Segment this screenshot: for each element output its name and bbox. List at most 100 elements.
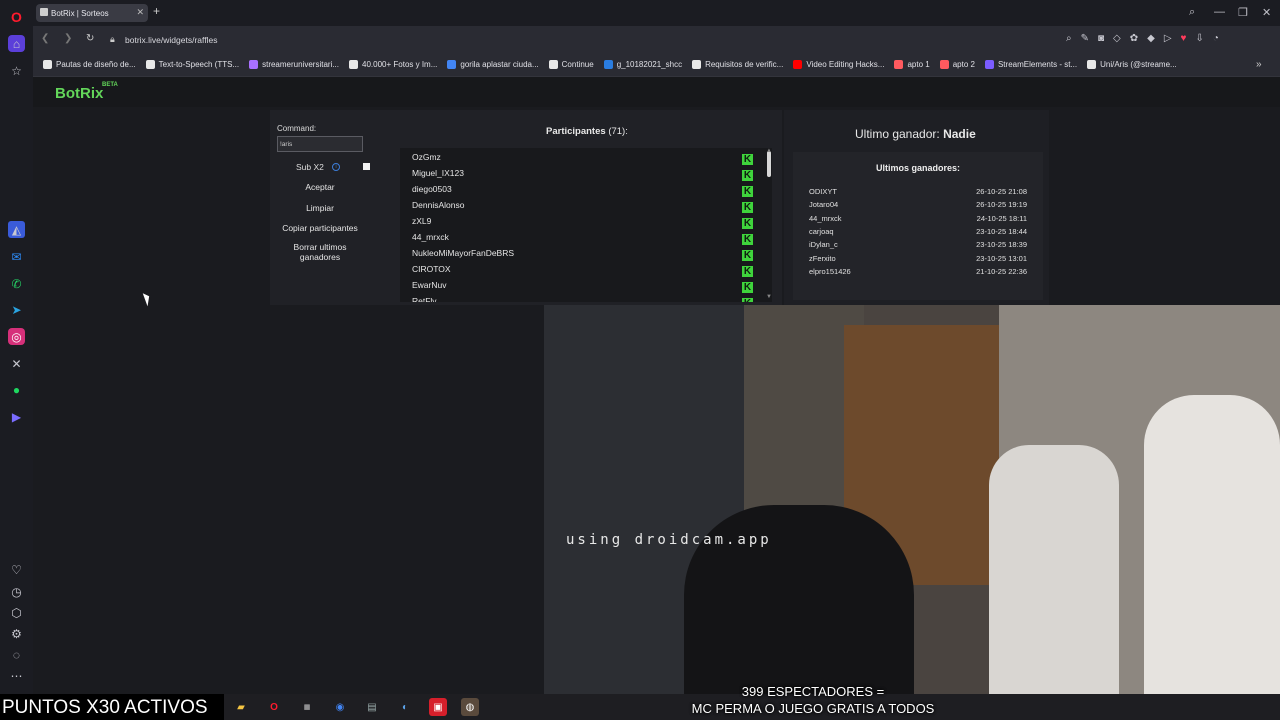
participant-row: Miguel_IX123 K (412, 168, 760, 184)
scroll-up-icon[interactable]: ▲ (766, 148, 772, 154)
bookmark-item[interactable]: streameruniversitari... (249, 60, 339, 69)
app-icon[interactable]: ▦ (298, 698, 316, 716)
spotify-icon[interactable]: ● (8, 381, 25, 398)
bookmark-label: streameruniversitari... (262, 60, 340, 69)
bookmark-item[interactable]: Uni/Aris (@streame... (1087, 60, 1177, 69)
winner-date: 23-10-25 18:39 (976, 240, 1027, 250)
bookmark-favicon-icon (793, 60, 803, 69)
address-bar-tools: ⌕ ✎ ◙ ◇ ✿ ◆ ▷ ♥ ⇩ ◔ (1066, 33, 1219, 44)
reload-icon[interactable]: ↻ (86, 33, 94, 44)
bookmark-label: Continue (561, 60, 594, 69)
clear-button[interactable]: Limpiar (277, 203, 363, 213)
bookmark-label: Text-to-Speech (TTS... (158, 60, 240, 69)
extensions-icon[interactable]: ✿ (1130, 33, 1138, 44)
shield-icon[interactable]: ◇ (1113, 33, 1121, 44)
tab-botrix[interactable]: BotRix | Sorteos ✕ (36, 4, 148, 22)
bookmark-favicon-icon (349, 60, 359, 69)
bookmark-item[interactable]: Continue (548, 60, 594, 69)
participant-name: RetFly (412, 296, 437, 302)
participant-row: DennisAlonso K (412, 200, 760, 216)
sub-x2-checkbox[interactable] (363, 163, 370, 170)
new-tab-icon[interactable]: + (153, 5, 165, 18)
bookmark-label: g_10182021_shcc (616, 60, 683, 69)
minimize-icon[interactable]: — (1214, 6, 1225, 18)
more-icon[interactable]: ⋯ (8, 667, 25, 684)
kick-icon: K (742, 266, 753, 277)
info-icon[interactable]: i (332, 163, 340, 171)
heart-icon[interactable]: ♥ (1181, 33, 1187, 44)
winner-row: ODIXYT 26-10-25 21:08 (809, 187, 1027, 196)
instagram-icon[interactable]: ◎ (8, 328, 25, 345)
bookmark-item[interactable]: Requisitos de verific... (692, 60, 783, 69)
participant-row: zXL9 K (412, 216, 760, 232)
camera-icon[interactable]: ◙ (1098, 33, 1104, 44)
bookmarks-bar: Pautas de diseño de... Text-to-Speech (TT… (33, 53, 1280, 77)
cam-person-right (1144, 395, 1280, 694)
delete-winners-button[interactable]: Borrar ultimos ganadores (277, 242, 363, 262)
scroll-down-icon[interactable]: ▼ (766, 294, 772, 300)
terminal-icon[interactable]: ▤ (363, 698, 381, 716)
botrix-header (33, 77, 1280, 107)
file-explorer-icon[interactable]: ▰ (232, 698, 250, 716)
star-icon[interactable]: ☆ (8, 62, 25, 79)
whatsapp-icon[interactable]: ✆ (8, 275, 25, 292)
bookmark-item[interactable]: 40.000+ Fotos y Im... (349, 60, 437, 69)
bookmark-item[interactable]: Text-to-Speech (TTS... (145, 60, 240, 69)
url-field[interactable]: 🔒︎ botrix.live/widgets/raffles (104, 30, 1064, 49)
participants-scrollbar[interactable] (767, 151, 771, 177)
history-icon[interactable]: ◷ (8, 583, 25, 600)
opera-logo-icon[interactable]: O (8, 8, 25, 25)
edit-icon[interactable]: ✎ (1081, 33, 1089, 44)
winner-date: 21-10-25 22:36 (976, 266, 1027, 276)
participants-list[interactable]: OzGmz K Miguel_IX123 Kdiego0503 K DennisAlons… (400, 148, 772, 302)
obs-icon[interactable]: ◍ (461, 698, 479, 716)
bookmark-favicon-icon (548, 60, 558, 69)
accept-button[interactable]: Aceptar (277, 182, 363, 192)
telegram-icon[interactable]: ➤ (8, 301, 25, 318)
download-icon[interactable]: ⇩ (1195, 33, 1203, 44)
play-icon[interactable]: ▷ (1164, 33, 1172, 44)
participant-name: zXL9 (412, 216, 432, 226)
stream-caption: 399 ESPECTADORES = MC PERMA O JUEGO GRAT… (668, 683, 958, 717)
tab-bar (33, 0, 1280, 26)
settings-gear-icon[interactable]: ⚙ (8, 625, 25, 642)
winner-name: ODIXYT (809, 187, 837, 196)
forward-icon[interactable]: ❯ (64, 33, 72, 44)
bookmark-label: Requisitos de verific... (705, 60, 784, 69)
bookmark-item[interactable]: apto 2 (939, 60, 975, 69)
copy-participants-button[interactable]: Copiar participantes (277, 223, 363, 233)
bookmark-item[interactable]: g_10182021_shcc (603, 60, 683, 69)
search-icon[interactable]: ⌕ (1066, 33, 1072, 44)
lightbulb-icon[interactable]: ◌ (8, 646, 25, 663)
home-icon[interactable]: ⌂ (8, 35, 25, 52)
messenger-icon[interactable]: ✉ (8, 248, 25, 265)
vpn-icon[interactable]: ◆ (1147, 33, 1155, 44)
bookmark-item[interactable]: Video Editing Hacks... (793, 60, 884, 69)
opera-taskbar-icon[interactable]: O (265, 698, 283, 716)
heart-icon[interactable]: ♡ (8, 561, 25, 578)
opera-sidebar: O ⌂ ☆ ◭ ✉ ✆ ➤ ◎ ✕ ● ▶ ♡ ◷ ⬡ ⚙ ◌ ⋯ (0, 0, 33, 694)
more-bookmarks-icon[interactable]: » (1256, 59, 1262, 70)
chrome-icon[interactable]: ◉ (331, 698, 349, 716)
bookmark-item[interactable]: StreamElements - st... (984, 60, 1077, 69)
close-tab-icon[interactable]: ✕ (136, 7, 144, 18)
aria-icon[interactable]: ◭ (8, 221, 25, 238)
bookmark-item[interactable]: gorila aplastar ciuda... (447, 60, 539, 69)
recent-winners-title: Ultimos ganadores: (875, 163, 960, 173)
x-icon[interactable]: ✕ (8, 355, 25, 372)
command-input[interactable] (277, 136, 363, 152)
close-window-icon[interactable]: ✕ (1262, 6, 1271, 19)
steam-icon[interactable]: ◐ (396, 698, 414, 716)
player-icon[interactable]: ▶ (8, 408, 25, 425)
bookmark-item[interactable]: Pautas de diseño de... (43, 60, 136, 69)
profile-icon[interactable]: ◔ (1213, 33, 1219, 44)
last-winner: Ultimo ganador: Nadie (855, 127, 976, 141)
bookmark-item[interactable]: apto 1 (894, 60, 930, 69)
cube-icon[interactable]: ⬡ (8, 604, 25, 621)
botrix-logo[interactable]: BotRix (55, 85, 103, 102)
search-tabs-icon[interactable]: ⌕ (1189, 6, 1195, 19)
back-icon[interactable]: ❮ (41, 33, 49, 44)
restore-icon[interactable]: ❐ (1238, 6, 1248, 19)
last-winner-label: Ultimo ganador: (855, 127, 940, 141)
recording-app-icon[interactable]: ▣ (429, 698, 447, 716)
